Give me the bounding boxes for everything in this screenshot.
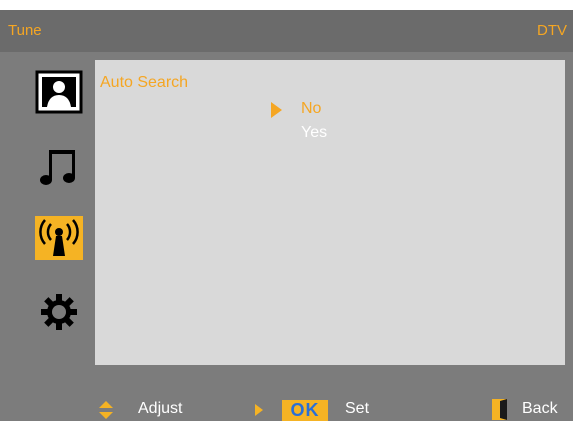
up-down-arrows-icon [99, 401, 113, 419]
right-arrow-icon [255, 404, 263, 416]
auto-search-label: Auto Search [100, 74, 189, 91]
set-hint-label: Set [345, 400, 370, 417]
menu-title: Tune [8, 22, 42, 39]
antenna-icon [39, 219, 79, 256]
picture-icon [35, 70, 83, 114]
auto-search-panel: Auto Search No Yes [95, 60, 565, 365]
sidebar-item-setup[interactable] [35, 290, 83, 334]
back-door-icon [492, 399, 507, 420]
sidebar-item-sound[interactable] [35, 144, 83, 188]
adjust-hint-label: Adjust [138, 400, 183, 417]
selection-arrow-icon [271, 102, 282, 118]
music-note-icon [40, 150, 75, 185]
sidebar-item-picture[interactable] [35, 70, 83, 114]
top-bar: Tune DTV [0, 10, 573, 52]
back-hint-label: Back [522, 400, 558, 417]
ok-key-icon: OK [282, 400, 328, 421]
source-label: DTV [537, 22, 567, 39]
footer-hints: Adjust OK Set Back [0, 390, 573, 421]
option-no[interactable]: No [301, 100, 321, 118]
option-yes[interactable]: Yes [301, 124, 327, 142]
tv-menu-screen: Tune DTV Auto Search No Yes Adjust OK Se… [0, 10, 573, 421]
sidebar-item-tune[interactable] [35, 216, 83, 260]
gear-icon [41, 294, 77, 330]
